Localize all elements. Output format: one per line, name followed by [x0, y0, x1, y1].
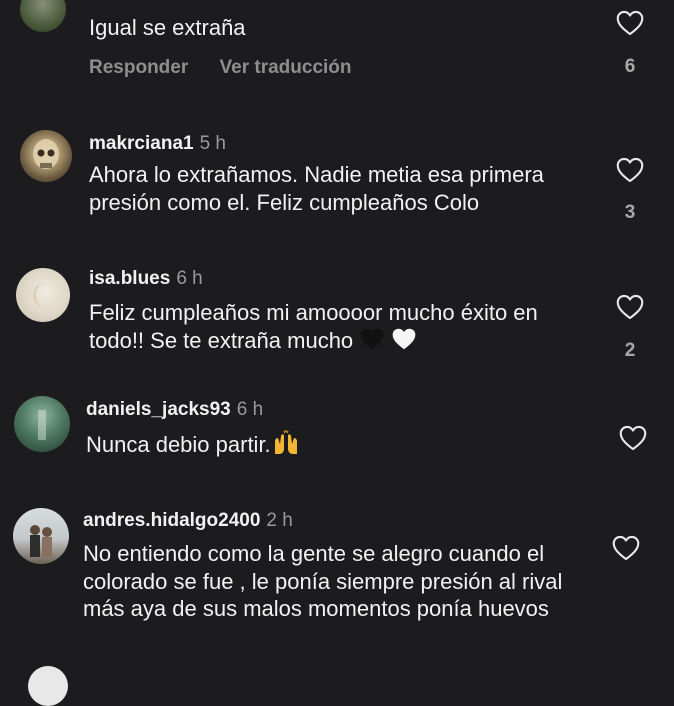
username[interactable]: makrciana1: [89, 133, 194, 154]
comment-text: No entiendo como la gente se alegro cuan…: [83, 541, 563, 621]
timestamp: 2 h: [266, 510, 293, 531]
avatar[interactable]: [14, 396, 70, 452]
heart-icon[interactable]: [619, 425, 647, 451]
black-heart-icon: [359, 327, 385, 358]
reply-button[interactable]: Responder: [89, 57, 188, 78]
comment-text-body: Feliz cumpleaños mi amoooor mucho éxito …: [89, 300, 538, 353]
avatar[interactable]: [16, 268, 70, 322]
like-count: 6: [624, 56, 636, 77]
username[interactable]: daniels_jacks93: [86, 399, 231, 420]
translate-button[interactable]: Ver traducción: [220, 57, 352, 78]
comment-text: Feliz cumpleaños mi amoooor mucho éxito …: [89, 299, 574, 357]
avatar[interactable]: [20, 0, 66, 32]
heart-icon[interactable]: [616, 157, 644, 183]
comment-meta: andres.hidalgo2400 2 h: [83, 510, 293, 532]
avatar[interactable]: [28, 666, 68, 706]
username[interactable]: andres.hidalgo2400: [83, 510, 260, 531]
heart-icon[interactable]: [616, 294, 644, 320]
heart-icon[interactable]: [616, 10, 644, 36]
timestamp: 5 h: [199, 133, 226, 154]
like-count: 2: [624, 340, 636, 361]
heart-icon[interactable]: [612, 535, 640, 561]
timestamp: 6 h: [236, 399, 264, 420]
comment-actions: Responder Ver traducción: [89, 57, 378, 79]
moon-icon: [33, 282, 46, 308]
avatar[interactable]: [20, 130, 72, 182]
comment-text: Nunca debio partir.: [86, 430, 586, 463]
skull-icon: [33, 139, 59, 169]
comment-meta: makrciana1 5 h: [89, 133, 226, 155]
raising-hands-icon: [271, 430, 301, 463]
like-count: 3: [624, 202, 636, 223]
waterfall-icon: [38, 410, 46, 440]
comment-meta: daniels_jacks93 6 h: [86, 399, 263, 421]
comment-text-body: Nunca debio partir.: [86, 432, 271, 458]
username[interactable]: isa.blues: [89, 268, 170, 289]
avatar[interactable]: [13, 508, 69, 564]
timestamp: 6 h: [176, 268, 203, 289]
comment-text: Ahora lo extrañamos. Nadie metia esa pri…: [89, 162, 544, 215]
people-icon: [30, 525, 52, 557]
comment-meta: isa.blues 6 h: [89, 268, 203, 290]
comment-text: Igual se extraña: [89, 15, 246, 40]
white-heart-icon: [391, 327, 417, 358]
